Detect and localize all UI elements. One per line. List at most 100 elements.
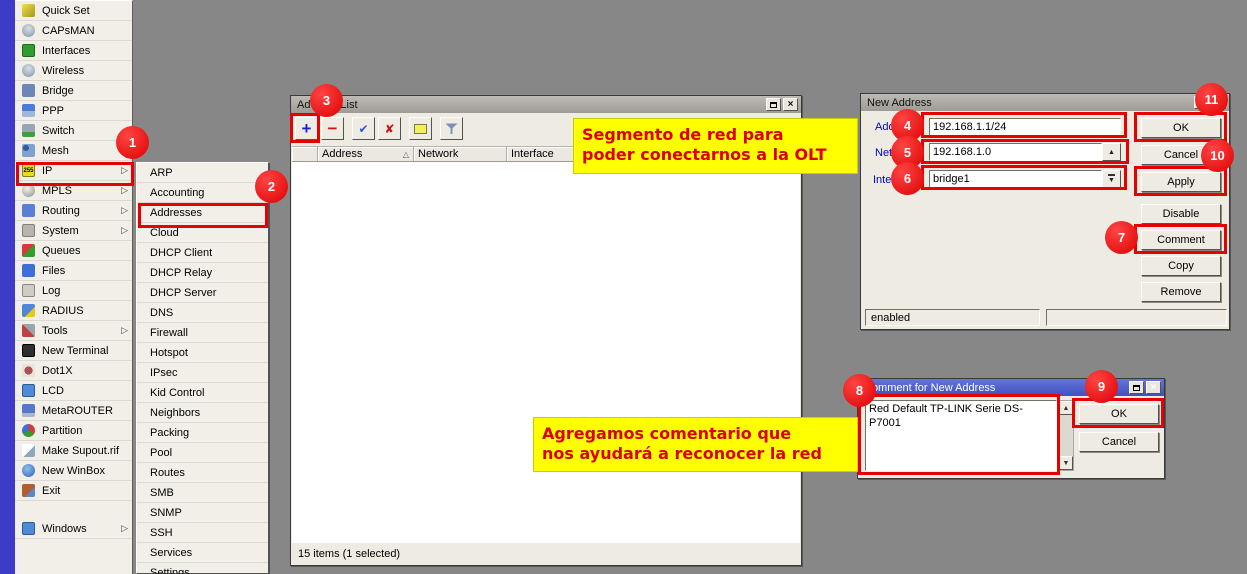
submenu-item-arp[interactable]: ARP (137, 163, 268, 183)
sidebar-item-files[interactable]: Files (15, 261, 132, 281)
submenu-item-dns[interactable]: DNS (137, 303, 268, 323)
comment-cancel-button[interactable]: Cancel (1079, 432, 1159, 452)
copy-button[interactable]: Copy (1141, 256, 1221, 276)
sidebar-item-label: Dot1X (42, 365, 73, 377)
comment-dialog-titlebar[interactable]: Comment for New Address × (858, 379, 1164, 396)
close-icon[interactable]: × (1211, 96, 1226, 109)
sidebar-item-label: IP (42, 165, 52, 177)
sidebar-item-lcd[interactable]: LCD (15, 381, 132, 401)
sidebar-item-bridge[interactable]: Bridge (15, 81, 132, 101)
sidebar-item-label: RADIUS (42, 305, 84, 317)
sidebar-item-queues[interactable]: Queues (15, 241, 132, 261)
submenu-item-services[interactable]: Services (137, 543, 268, 563)
column-header-label: Address (322, 148, 362, 160)
comment-textarea[interactable]: Red Default TP-LINK Serie DS-P7001 (865, 400, 1057, 471)
sidebar-item-system[interactable]: System▷ (15, 221, 132, 241)
sidebar-item-ip[interactable]: 255IP▷ (15, 161, 132, 181)
filter-button[interactable] (440, 117, 463, 140)
address-list-body[interactable] (292, 162, 800, 544)
interface-dropdown[interactable]: bridge1 (929, 170, 1102, 188)
sidebar-item-new-winbox[interactable]: New WinBox (15, 461, 132, 481)
ok-button[interactable]: OK (1141, 118, 1221, 138)
dot1x-icon (22, 364, 35, 377)
submenu-item-packing[interactable]: Packing (137, 423, 268, 443)
address-field[interactable]: 192.168.1.1/24 (929, 118, 1121, 136)
submenu-item-hotspot[interactable]: Hotspot (137, 343, 268, 363)
submenu-item-settings[interactable]: Settings (137, 563, 268, 574)
sidebar-item-new-terminal[interactable]: New Terminal (15, 341, 132, 361)
sidebar-item-exit[interactable]: Exit (15, 481, 132, 501)
submenu-item-neighbors[interactable]: Neighbors (137, 403, 268, 423)
comment-ok-button[interactable]: OK (1079, 404, 1159, 424)
maximize-icon[interactable] (1194, 96, 1209, 109)
close-icon[interactable]: × (1146, 381, 1161, 394)
comment-button[interactable]: Comment (1141, 230, 1221, 250)
sidebar-item-partition[interactable]: Partition (15, 421, 132, 441)
sidebar-item-metarouter[interactable]: MetaROUTER (15, 401, 132, 421)
sidebar-item-mpls[interactable]: MPLS▷ (15, 181, 132, 201)
sidebar-item-dot1x[interactable]: Dot1X (15, 361, 132, 381)
sidebar-item-radius[interactable]: RADIUS (15, 301, 132, 321)
remove-button[interactable]: Remove (1141, 282, 1221, 302)
apply-button[interactable]: Apply (1141, 172, 1221, 192)
sidebar-item-quick-set[interactable]: Quick Set (15, 1, 132, 21)
submenu-item-accounting[interactable]: Accounting (137, 183, 268, 203)
sidebar-item-interfaces[interactable]: Interfaces (15, 41, 132, 61)
comment-scrollbar[interactable]: ▲ ▼ (1058, 400, 1074, 471)
add-button[interactable]: + (295, 117, 318, 140)
new-address-titlebar[interactable]: New Address × (861, 94, 1229, 111)
close-icon[interactable]: × (783, 98, 798, 111)
submenu-item-routes[interactable]: Routes (137, 463, 268, 483)
comment-button[interactable] (409, 117, 432, 140)
submenu-item-dhcp-server[interactable]: DHCP Server (137, 283, 268, 303)
comment-dialog-title: Comment for New Address (864, 382, 995, 394)
sidebar-item-mesh[interactable]: Mesh (15, 141, 132, 161)
network-spinner-up[interactable]: ▲ (1102, 143, 1121, 161)
sidebar-item-make-supout-rif[interactable]: Make Supout.rif (15, 441, 132, 461)
scroll-down-icon[interactable]: ▼ (1059, 456, 1073, 470)
submenu-item-label: Routes (150, 467, 185, 479)
submenu-item-snmp[interactable]: SNMP (137, 503, 268, 523)
interface-dropdown-arrow[interactable]: ▼ (1102, 170, 1121, 188)
cancel-button[interactable]: Cancel (1141, 145, 1221, 165)
submenu-item-kid-control[interactable]: Kid Control (137, 383, 268, 403)
cross-icon: ✘ (384, 122, 394, 136)
column-header-address[interactable]: Address△ (318, 147, 414, 161)
address-list-titlebar[interactable]: Address List × (291, 96, 801, 113)
submenu-item-ssh[interactable]: SSH (137, 523, 268, 543)
submenu-item-dhcp-client[interactable]: DHCP Client (137, 243, 268, 263)
sidebar-item-windows[interactable]: Windows▷ (15, 519, 132, 539)
disable-button[interactable]: ✘ (378, 117, 401, 140)
submenu-item-firewall[interactable]: Firewall (137, 323, 268, 343)
sidebar-item-switch[interactable]: Switch (15, 121, 132, 141)
sidebar-item-tools[interactable]: Tools▷ (15, 321, 132, 341)
sidebar-item-label: Make Supout.rif (42, 445, 119, 457)
sidebar-item-routing[interactable]: Routing▷ (15, 201, 132, 221)
sidebar-item-log[interactable]: Log (15, 281, 132, 301)
comment-dialog-window: Comment for New Address × Red Default TP… (857, 378, 1165, 479)
maximize-icon[interactable] (766, 98, 781, 111)
submenu-item-pool[interactable]: Pool (137, 443, 268, 463)
partition-icon (22, 424, 35, 437)
submenu-arrow-icon: ▷ (121, 325, 128, 336)
sidebar-item-label: Wireless (42, 65, 84, 77)
submenu-item-smb[interactable]: SMB (137, 483, 268, 503)
disable-button[interactable]: Disable (1141, 204, 1221, 224)
scroll-up-icon[interactable]: ▲ (1059, 401, 1073, 415)
column-header-network[interactable]: Network (414, 147, 507, 161)
submenu-item-label: Settings (150, 567, 190, 574)
remove-button[interactable]: − (321, 117, 344, 140)
sidebar-item-wireless[interactable]: Wireless (15, 61, 132, 81)
sidebar-item-capsman[interactable]: CAPsMAN (15, 21, 132, 41)
network-field[interactable]: 192.168.1.0 (929, 143, 1102, 161)
enable-button[interactable]: ✔ (352, 117, 375, 140)
maximize-icon[interactable] (1129, 381, 1144, 394)
column-selector-cell[interactable] (292, 147, 318, 161)
submenu-item-addresses[interactable]: Addresses (137, 203, 268, 223)
submenu-item-ipsec[interactable]: IPsec (137, 363, 268, 383)
sidebar-item-label: New Terminal (42, 345, 108, 357)
submenu-item-cloud[interactable]: Cloud (137, 223, 268, 243)
submenu-item-dhcp-relay[interactable]: DHCP Relay (137, 263, 268, 283)
submenu-item-label: Cloud (150, 227, 179, 239)
sidebar-item-ppp[interactable]: PPP (15, 101, 132, 121)
